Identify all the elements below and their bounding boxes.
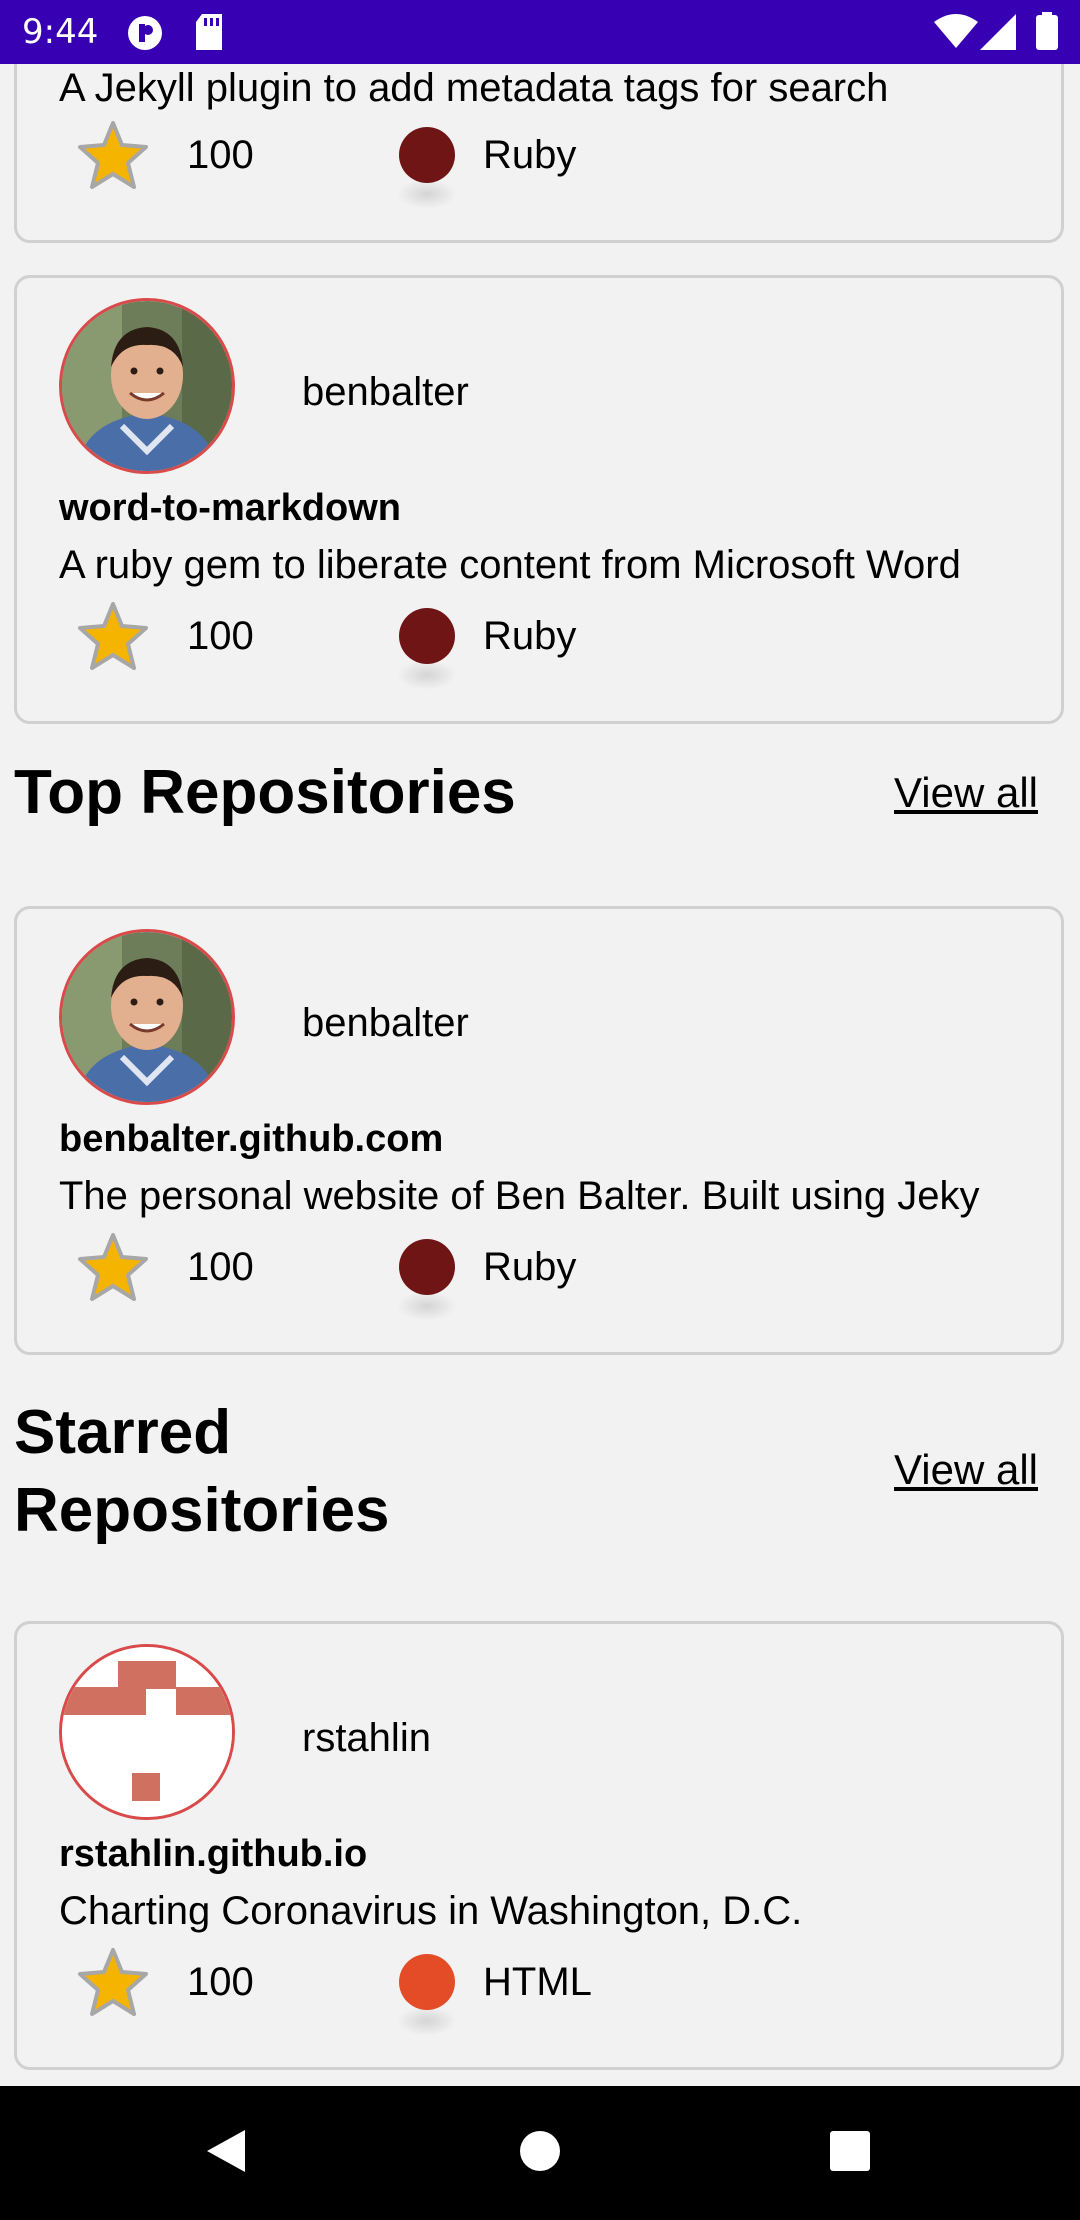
system-navigation-bar [0, 2086, 1080, 2220]
view-all-starred-repositories-link[interactable]: View all [894, 1445, 1038, 1495]
view-all-top-repositories-link[interactable]: View all [894, 768, 1038, 818]
home-button[interactable] [480, 2086, 600, 2220]
avatar [59, 298, 235, 474]
star-icon [77, 600, 149, 672]
repo-owner: benbalter [302, 1001, 469, 1045]
back-icon [203, 2128, 249, 2179]
section-title-top-repositories: Top Repositories [14, 758, 516, 827]
repo-card[interactable]: rstahlin rstahlin.github.io Charting Cor… [14, 1621, 1064, 2070]
signal-icon [980, 14, 1016, 55]
repo-meta: 100 Ruby [59, 600, 759, 690]
star-count: 100 [187, 1960, 254, 2004]
language-color-dot [399, 1954, 455, 2010]
language-dot-shadow [397, 660, 457, 690]
repo-card[interactable]: benbalter benbalter.github.com The perso… [14, 906, 1064, 1355]
status-time: 9:44 [22, 12, 99, 52]
language-label: Ruby [483, 614, 577, 658]
star-icon [77, 1946, 149, 2018]
status-bar: 9:44 [0, 0, 1080, 64]
back-button[interactable] [166, 2086, 286, 2220]
language-dot-shadow [397, 179, 457, 209]
repo-description: Charting Coronavirus in Washington, D.C. [59, 1889, 803, 1933]
language-color-dot [399, 127, 455, 183]
repo-meta: 100 HTML [59, 1946, 759, 2036]
language-label: Ruby [483, 133, 577, 177]
repo-owner: benbalter [302, 370, 469, 414]
avatar [59, 929, 235, 1105]
repo-card[interactable]: benbalter word-to-markdown A ruby gem to… [14, 275, 1064, 724]
repo-name[interactable]: rstahlin.github.io [59, 1832, 367, 1876]
section-title-starred-repositories: Starred Repositories [14, 1394, 390, 1550]
star-count: 100 [187, 1245, 254, 1289]
repo-card[interactable]: A Jekyll plugin to add metadata tags for… [14, 64, 1064, 243]
app-notification-icon [126, 14, 164, 57]
recents-icon [829, 2130, 871, 2177]
star-icon [77, 119, 149, 191]
recents-button[interactable] [790, 2086, 910, 2220]
battery-icon [1036, 12, 1058, 55]
repo-meta: 100 Ruby [59, 1231, 759, 1321]
wifi-icon [934, 14, 978, 55]
repo-description: A ruby gem to liberate content from Micr… [59, 543, 961, 587]
section-title-line: Repositories [14, 1476, 390, 1545]
language-dot-shadow [397, 1291, 457, 1321]
profile-content[interactable]: A Jekyll plugin to add metadata tags for… [0, 64, 1080, 2086]
language-label: HTML [483, 1960, 592, 2004]
home-icon [519, 2130, 561, 2177]
language-dot-shadow [397, 2006, 457, 2036]
repo-description: The personal website of Ben Balter. Buil… [59, 1174, 980, 1218]
avatar [59, 1644, 235, 1820]
repo-owner: rstahlin [302, 1716, 431, 1760]
repo-meta: 100 Ruby [59, 119, 759, 209]
repo-name[interactable]: benbalter.github.com [59, 1117, 443, 1161]
star-icon [77, 1231, 149, 1303]
star-count: 100 [187, 133, 254, 177]
star-count: 100 [187, 614, 254, 658]
language-color-dot [399, 1239, 455, 1295]
language-color-dot [399, 608, 455, 664]
sd-card-icon [194, 14, 224, 55]
section-title-line: Starred [14, 1398, 232, 1467]
repo-description: A Jekyll plugin to add metadata tags for… [59, 66, 889, 110]
language-label: Ruby [483, 1245, 577, 1289]
repo-name[interactable]: word-to-markdown [59, 486, 401, 530]
